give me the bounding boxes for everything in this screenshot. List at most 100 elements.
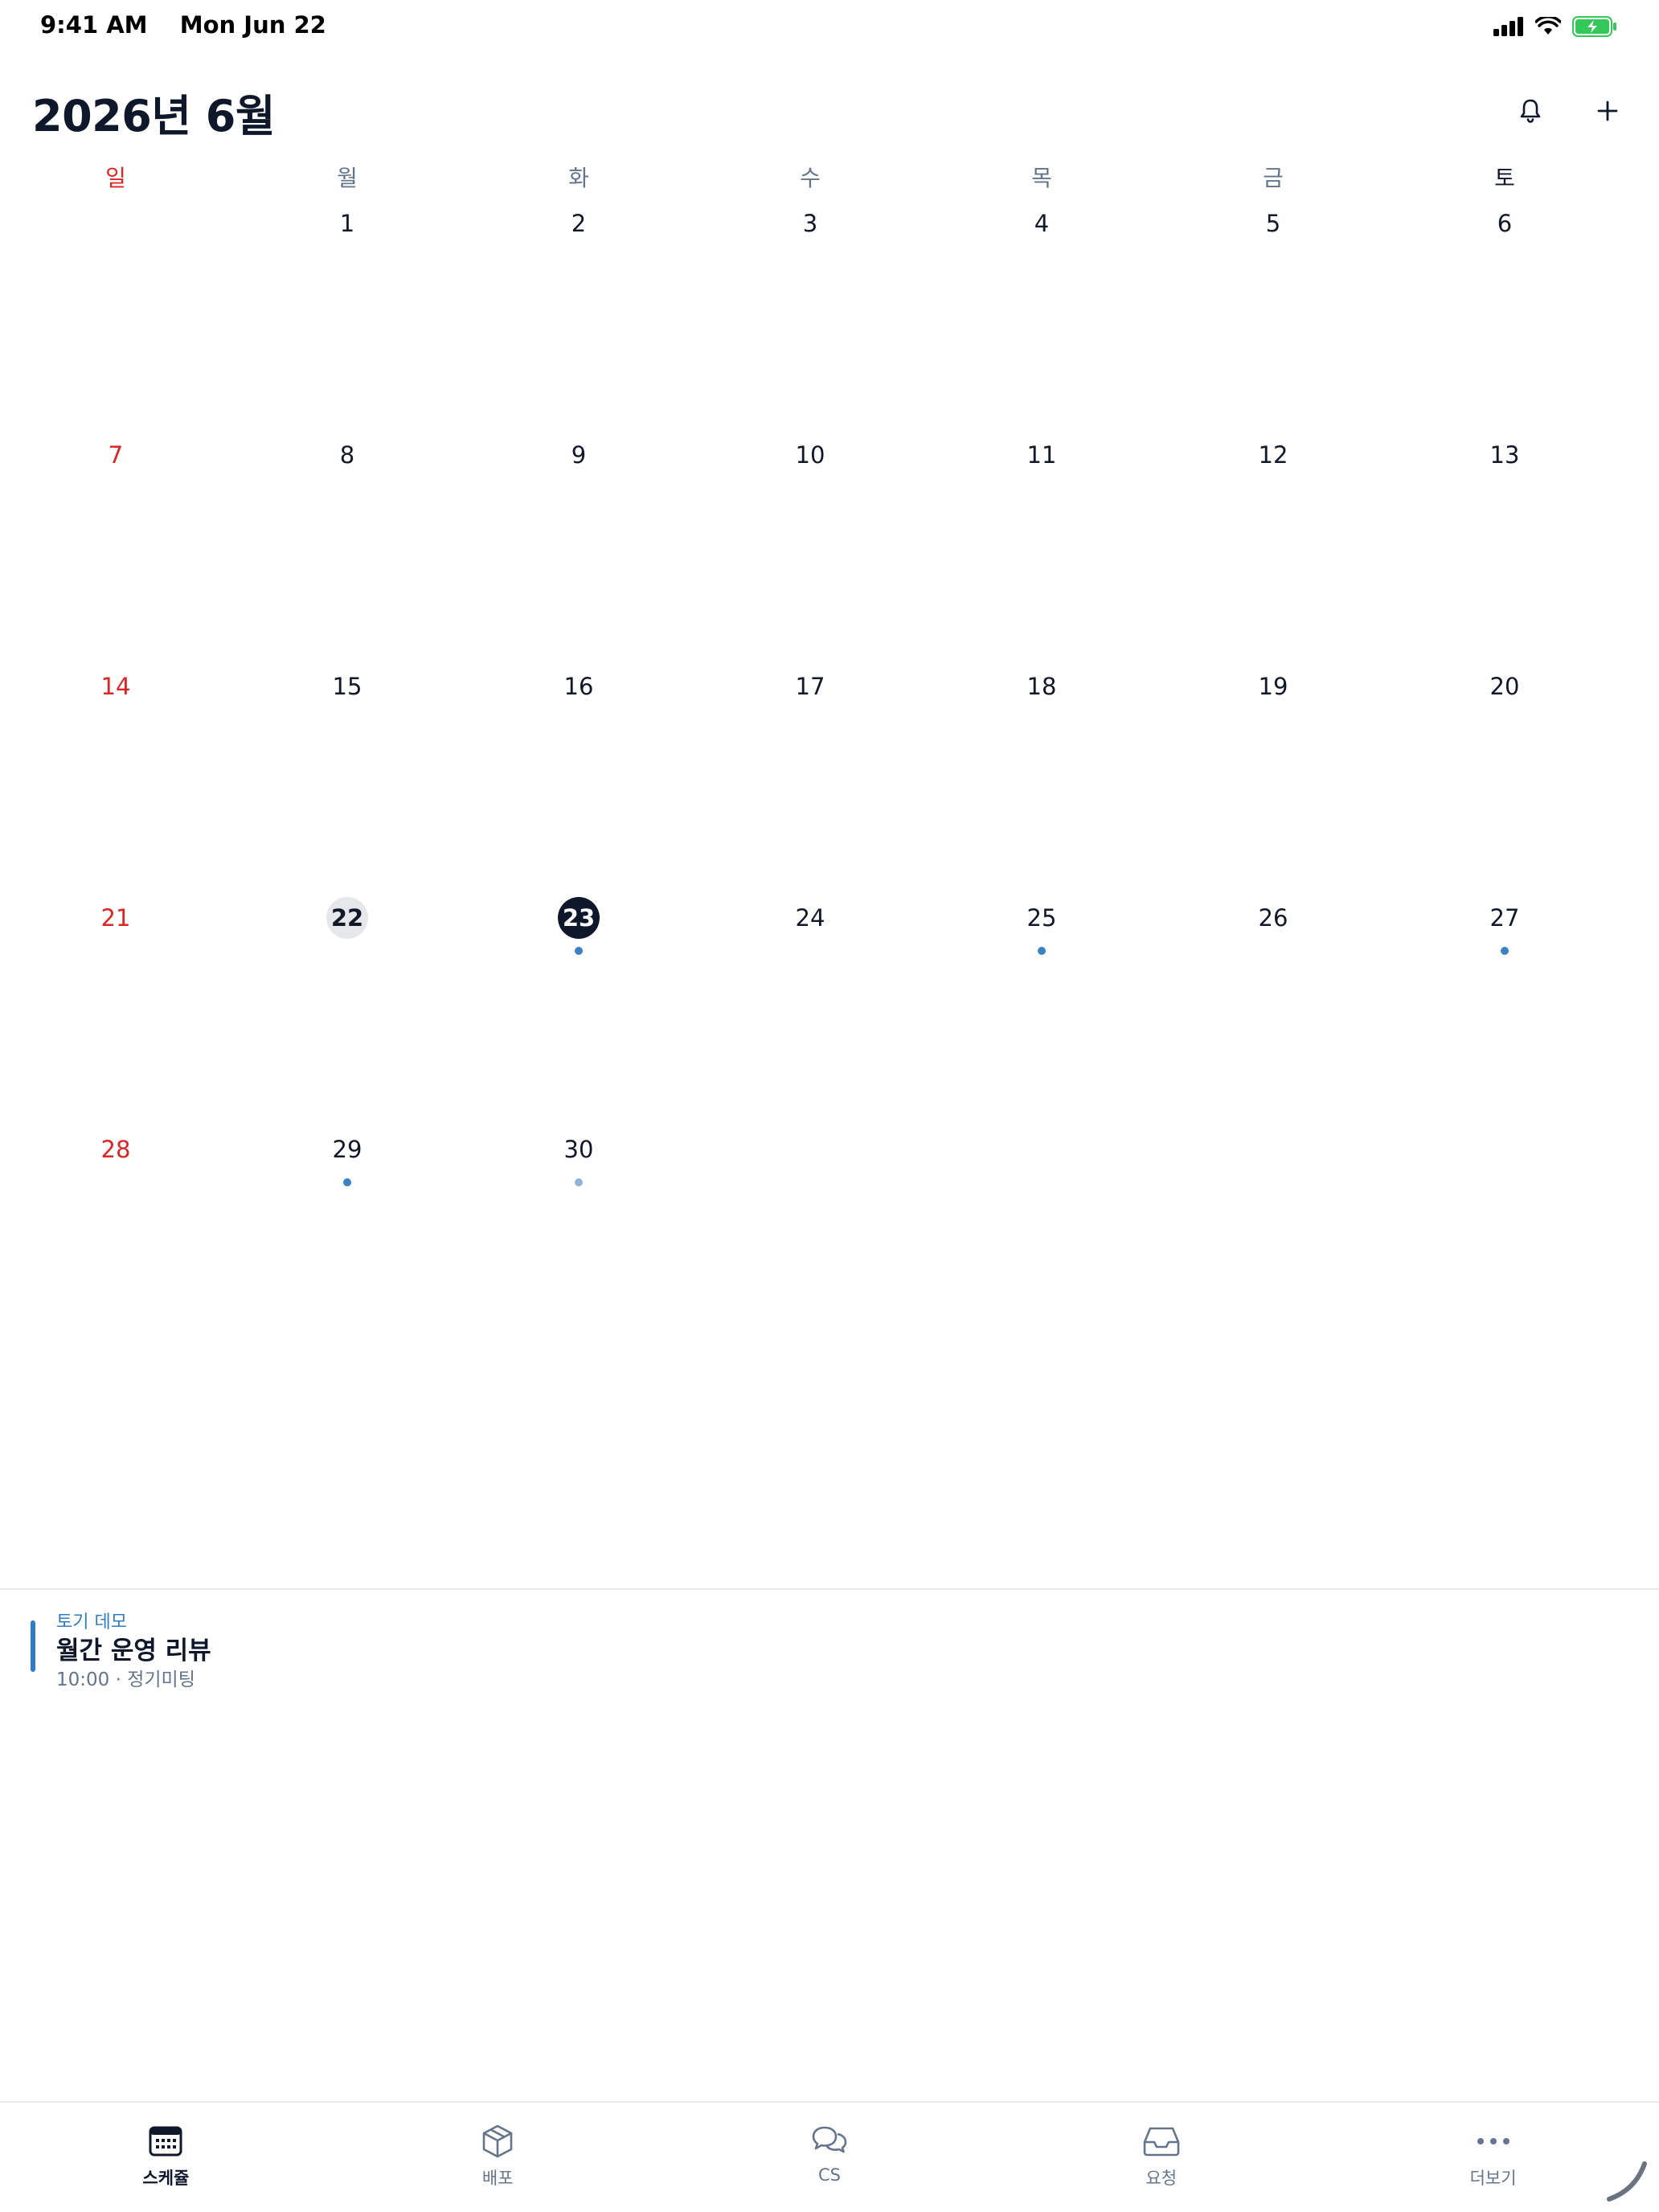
day-number: 7 (108, 441, 124, 469)
calendar-day[interactable]: 19 (1157, 666, 1389, 897)
calendar-day[interactable]: 7 (0, 434, 231, 666)
calendar-day[interactable]: 29 (231, 1129, 463, 1360)
more-dots-icon (1474, 2124, 1513, 2159)
tab-cs[interactable]: CS (664, 2103, 996, 2212)
day-number: 21 (100, 904, 131, 932)
event-color-bar (31, 1620, 35, 1672)
calendar-day-selected[interactable]: 23 (463, 897, 694, 1129)
header: 2026년 6월 (0, 77, 1659, 145)
weekday-header: 일 월 화 수 목 금 토 (0, 161, 1659, 196)
calendar-day[interactable]: 27 (1389, 897, 1620, 1129)
weekday-tuesday: 화 (568, 165, 589, 191)
day-number: 26 (1258, 904, 1288, 932)
day-number: 5 (1265, 210, 1281, 237)
calendar-day-empty (1157, 1129, 1389, 1360)
status-icons (1493, 14, 1617, 39)
calendar-day[interactable]: 25 (926, 897, 1157, 1129)
calendar-day[interactable]: 13 (1389, 434, 1620, 666)
divider (0, 1588, 1659, 1590)
calendar-day[interactable]: 28 (0, 1129, 231, 1360)
tab-bar: 스케쥴 배포 CS 요청 더보기 (0, 2101, 1659, 2212)
day-number: 12 (1258, 441, 1288, 469)
calendar-day[interactable]: 12 (1157, 434, 1389, 666)
day-number (95, 203, 137, 244)
calendar-day[interactable]: 6 (1389, 203, 1620, 434)
event-indicator-dot (1501, 947, 1509, 955)
status-date: Mon Jun 22 (179, 11, 326, 39)
battery-charging-icon (1572, 16, 1616, 37)
calendar-day[interactable]: 18 (926, 666, 1157, 897)
tab-deploy[interactable]: 배포 (332, 2103, 664, 2212)
day-number: 15 (332, 673, 363, 700)
calendar-day[interactable]: 24 (694, 897, 926, 1129)
event-indicator-dot (575, 947, 583, 955)
calendar-day[interactable]: 4 (926, 203, 1157, 434)
day-number: 22 (326, 897, 368, 939)
add-event-button[interactable] (1585, 88, 1630, 133)
day-number: 29 (332, 1136, 363, 1163)
day-number: 10 (795, 441, 825, 469)
calendar-day[interactable]: 11 (926, 434, 1157, 666)
day-number: 3 (802, 210, 818, 237)
day-number: 28 (100, 1136, 131, 1163)
calendar-icon (146, 2124, 185, 2159)
calendar-week: 28 29 30 (0, 1129, 1659, 1360)
calendar-day[interactable]: 26 (1157, 897, 1389, 1129)
day-number: 27 (1489, 904, 1520, 932)
day-number: 23 (558, 897, 600, 939)
tab-schedule[interactable]: 스케쥴 (0, 2103, 332, 2212)
calendar-day[interactable]: 10 (694, 434, 926, 666)
notifications-button[interactable] (1508, 88, 1553, 133)
chat-bubbles-icon (810, 2124, 849, 2159)
resize-corner-icon (1607, 2161, 1647, 2202)
calendar-day[interactable]: 21 (0, 897, 231, 1129)
event-meta: 10:00 · 정기미팅 (56, 1669, 195, 1690)
calendar-week: 7 8 9 10 11 12 13 (0, 434, 1659, 666)
calendar-day[interactable]: 17 (694, 666, 926, 897)
tab-requests[interactable]: 요청 (995, 2103, 1327, 2212)
day-number: 4 (1034, 210, 1050, 237)
day-number: 17 (795, 673, 825, 700)
day-number: 25 (1026, 904, 1057, 932)
day-number: 13 (1489, 441, 1520, 469)
calendar-grid: 1 2 3 4 5 6 7 8 9 10 11 12 13 14 15 16 1… (0, 203, 1659, 1360)
day-number (1021, 1129, 1063, 1170)
calendar-day[interactable]: 3 (694, 203, 926, 434)
day-number: 9 (571, 441, 587, 469)
weekday-wednesday: 수 (800, 165, 821, 191)
calendar-day[interactable]: 16 (463, 666, 694, 897)
calendar-day[interactable]: 8 (231, 434, 463, 666)
calendar-day[interactable]: 5 (1157, 203, 1389, 434)
calendar-day[interactable]: 14 (0, 666, 231, 897)
weekday-thursday: 목 (1031, 165, 1052, 191)
calendar-day[interactable]: 2 (463, 203, 694, 434)
calendar-day-empty (926, 1129, 1157, 1360)
day-number: 1 (339, 210, 355, 237)
day-number: 30 (563, 1136, 594, 1163)
calendar-week: 1 2 3 4 5 6 (0, 203, 1659, 434)
tab-label: CS (817, 2165, 841, 2185)
day-number: 16 (563, 673, 594, 700)
day-number: 20 (1489, 673, 1520, 700)
weekday-saturday: 토 (1494, 165, 1515, 191)
day-number: 18 (1026, 673, 1057, 700)
calendar-week: 21 22 23 24 25 26 27 (0, 897, 1659, 1129)
day-number: 14 (100, 673, 131, 700)
event-indicator-dot (1038, 947, 1046, 955)
calendar-day[interactable]: 30 (463, 1129, 694, 1360)
day-number: 24 (795, 904, 825, 932)
calendar-day-empty (694, 1129, 926, 1360)
calendar-day[interactable]: 1 (231, 203, 463, 434)
package-icon (478, 2124, 517, 2159)
day-number (1484, 1129, 1526, 1170)
event-item[interactable]: 토기 데모 월간 운영 리뷰 10:00 · 정기미팅 (31, 1608, 834, 1690)
event-title: 월간 운영 리뷰 (56, 1636, 211, 1665)
calendar-day-today[interactable]: 22 (231, 897, 463, 1129)
calendar-day[interactable]: 15 (231, 666, 463, 897)
calendar-day[interactable]: 9 (463, 434, 694, 666)
day-number: 8 (339, 441, 355, 469)
tab-label: 스케쥴 (142, 2169, 190, 2188)
day-number: 6 (1497, 210, 1513, 237)
status-time: 9:41 AM Mon Jun 22 (40, 11, 326, 39)
calendar-day[interactable]: 20 (1389, 666, 1620, 897)
